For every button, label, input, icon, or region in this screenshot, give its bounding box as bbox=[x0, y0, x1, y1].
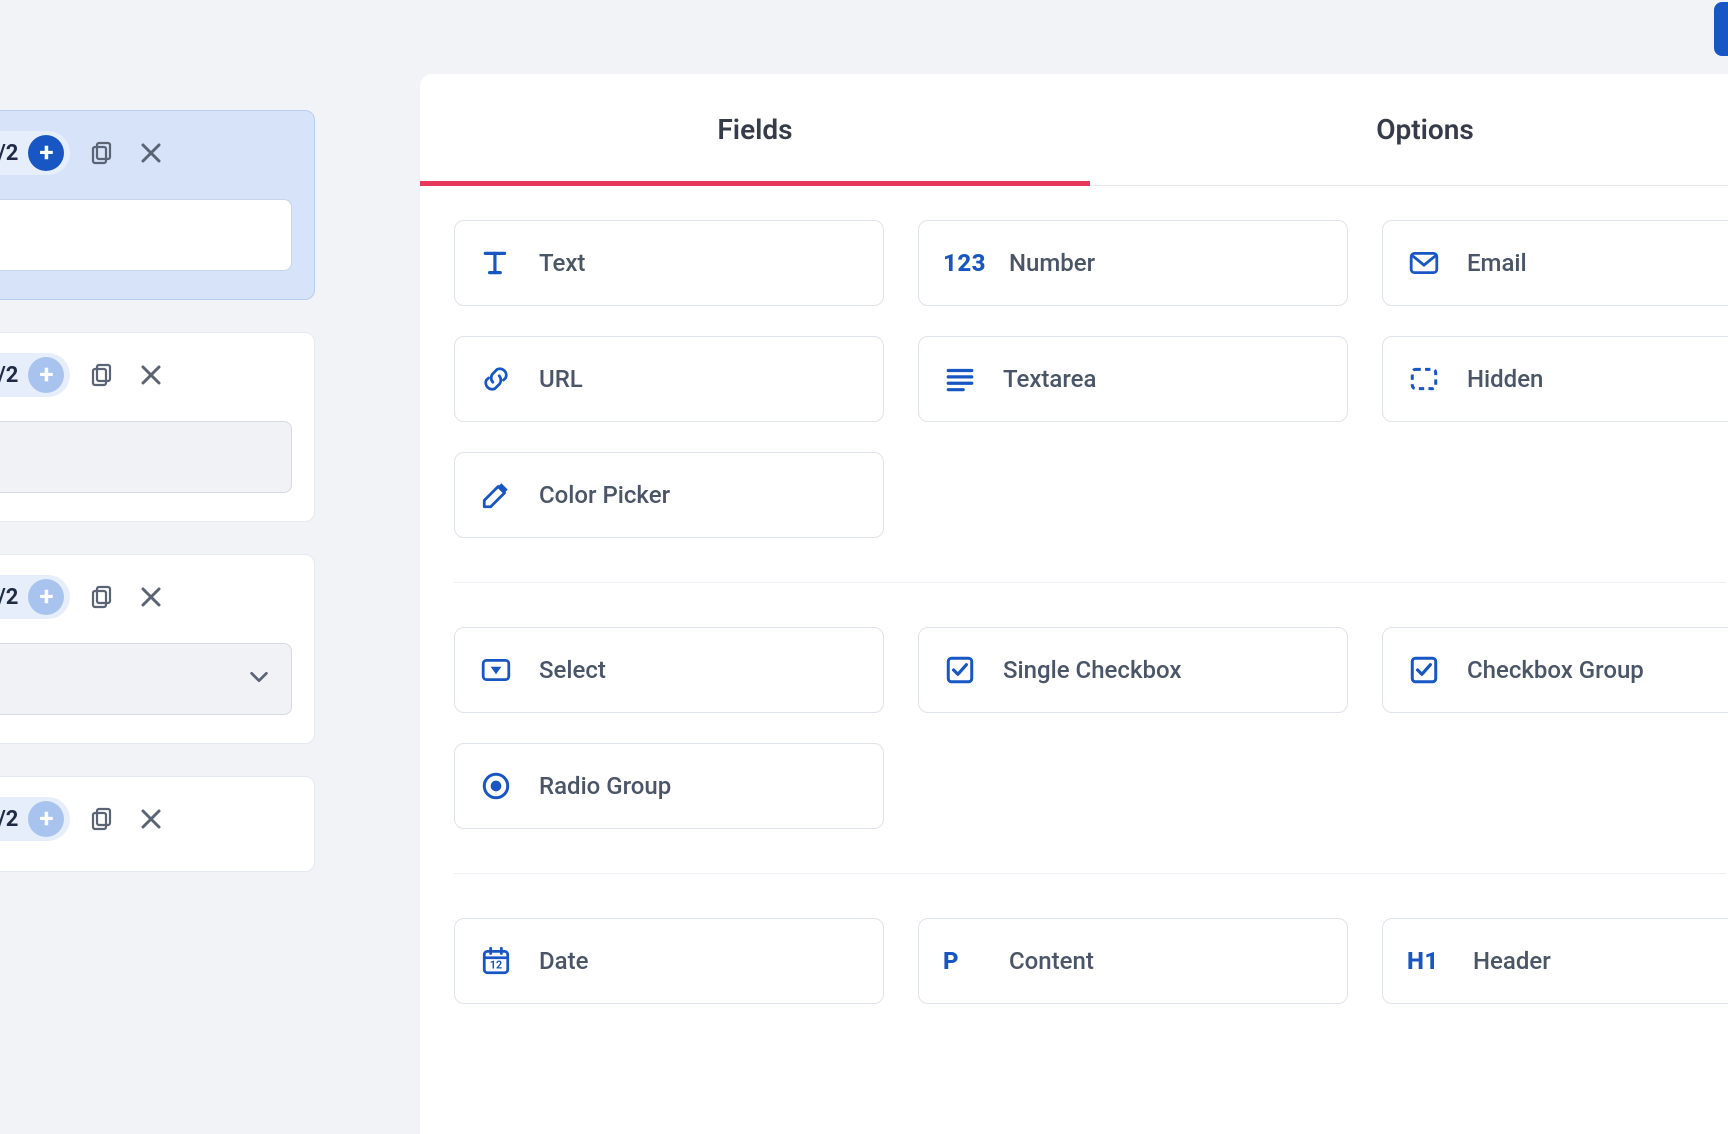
tab-label: Fields bbox=[717, 113, 792, 146]
field-card-number[interactable]: 123 Number bbox=[918, 220, 1348, 306]
field-card-label: Hidden bbox=[1467, 365, 1543, 393]
width-increase-button: + bbox=[28, 579, 64, 615]
column-width-value: 2/2 bbox=[0, 363, 22, 388]
delete-button[interactable] bbox=[136, 582, 166, 612]
field-card-checkbox-group[interactable]: Checkbox Group bbox=[1382, 627, 1728, 713]
field-card-select[interactable]: Select bbox=[454, 627, 884, 713]
duplicate-button[interactable] bbox=[88, 804, 118, 834]
lines-icon bbox=[943, 362, 977, 396]
field-card-label: URL bbox=[539, 365, 583, 393]
field-card-label: Content bbox=[1009, 947, 1094, 975]
form-block[interactable]: − 1/2 + bbox=[0, 110, 315, 300]
width-increase-button[interactable]: + bbox=[28, 135, 64, 171]
field-card-label: Email bbox=[1467, 249, 1527, 277]
form-canvas: − 1/2 + − 2/2 + − 2/2 + bbox=[0, 110, 315, 904]
column-width-value: 2/2 bbox=[0, 585, 22, 610]
field-group: Text 123 Number Email URL Textarea Hidde… bbox=[454, 220, 1726, 583]
duplicate-button[interactable] bbox=[88, 582, 118, 612]
block-toolbar: − 2/2 + bbox=[0, 573, 292, 621]
tabs: Fields Options bbox=[420, 74, 1728, 186]
column-width-pill: − 2/2 + bbox=[0, 797, 70, 841]
field-card-label: Checkbox Group bbox=[1467, 656, 1644, 684]
form-block[interactable]: − 2/2 + bbox=[0, 332, 315, 522]
block-toolbar: − 2/2 + bbox=[0, 795, 292, 843]
tab-options[interactable]: Options bbox=[1090, 74, 1728, 185]
text-icon bbox=[479, 246, 513, 280]
calendar-icon bbox=[479, 944, 513, 978]
delete-button[interactable] bbox=[136, 138, 166, 168]
field-card-label: Date bbox=[539, 947, 588, 975]
tab-fields[interactable]: Fields bbox=[420, 74, 1090, 185]
block-toolbar: − 1/2 + bbox=[0, 129, 292, 177]
checkbox-icon bbox=[1407, 653, 1441, 687]
radio-icon bbox=[479, 769, 513, 803]
corner-accent bbox=[1714, 2, 1728, 56]
checkbox-icon bbox=[943, 653, 977, 687]
field-card-color-picker[interactable]: Color Picker bbox=[454, 452, 884, 538]
field-palette: Text 123 Number Email URL Textarea Hidde… bbox=[420, 186, 1728, 1004]
field-card-content[interactable]: P Content bbox=[918, 918, 1348, 1004]
mail-icon bbox=[1407, 246, 1441, 280]
h1-icon: H1 bbox=[1407, 947, 1447, 975]
form-block[interactable]: − 2/2 + bbox=[0, 776, 315, 872]
field-card-label: Single Checkbox bbox=[1003, 656, 1181, 684]
form-block[interactable]: − 2/2 + bbox=[0, 554, 315, 744]
column-width-value: 1/2 bbox=[0, 141, 22, 166]
p-icon: P bbox=[943, 947, 983, 975]
field-card-textarea[interactable]: Textarea bbox=[918, 336, 1348, 422]
duplicate-button[interactable] bbox=[88, 360, 118, 390]
delete-button[interactable] bbox=[136, 804, 166, 834]
block-input[interactable] bbox=[0, 421, 292, 493]
link-icon bbox=[479, 362, 513, 396]
width-increase-button: + bbox=[28, 357, 64, 393]
column-width-value: 2/2 bbox=[0, 807, 22, 832]
eyedropper-icon bbox=[479, 478, 513, 512]
block-select[interactable] bbox=[0, 643, 292, 715]
field-card-label: Header bbox=[1473, 947, 1551, 975]
field-card-label: Color Picker bbox=[539, 481, 670, 509]
field-card-label: Text bbox=[539, 249, 585, 277]
column-width-pill: − 1/2 + bbox=[0, 131, 70, 175]
field-card-header[interactable]: H1 Header bbox=[1382, 918, 1728, 1004]
field-card-date[interactable]: Date bbox=[454, 918, 884, 1004]
field-group: Select Single Checkbox Checkbox Group Ra… bbox=[454, 627, 1726, 874]
width-increase-button: + bbox=[28, 801, 64, 837]
field-card-single-checkbox[interactable]: Single Checkbox bbox=[918, 627, 1348, 713]
dashed-box-icon bbox=[1407, 362, 1441, 396]
field-group: Date P Content H1 Header bbox=[454, 918, 1726, 1004]
field-card-label: Radio Group bbox=[539, 772, 671, 800]
field-card-email[interactable]: Email bbox=[1382, 220, 1728, 306]
block-toolbar: − 2/2 + bbox=[0, 351, 292, 399]
chevron-down-icon bbox=[247, 665, 271, 693]
duplicate-button[interactable] bbox=[88, 138, 118, 168]
tab-label: Options bbox=[1376, 113, 1474, 146]
field-card-hidden[interactable]: Hidden bbox=[1382, 336, 1728, 422]
delete-button[interactable] bbox=[136, 360, 166, 390]
column-width-pill: − 2/2 + bbox=[0, 575, 70, 619]
field-card-label: Number bbox=[1009, 249, 1095, 277]
column-width-pill: − 2/2 + bbox=[0, 353, 70, 397]
block-input[interactable] bbox=[0, 199, 292, 271]
right-panel: Fields Options Text 123 Number Email URL… bbox=[420, 74, 1728, 1134]
field-card-url[interactable]: URL bbox=[454, 336, 884, 422]
field-card-text[interactable]: Text bbox=[454, 220, 884, 306]
field-card-label: Select bbox=[539, 656, 606, 684]
dropdown-icon bbox=[479, 653, 513, 687]
field-card-radio-group[interactable]: Radio Group bbox=[454, 743, 884, 829]
field-card-label: Textarea bbox=[1003, 365, 1096, 393]
number-icon: 123 bbox=[943, 249, 983, 277]
